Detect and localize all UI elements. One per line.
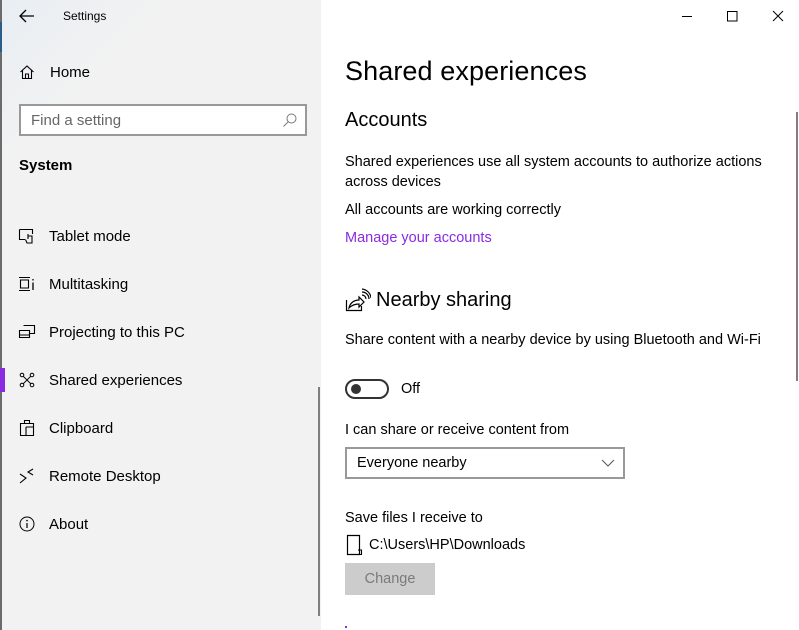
accounts-heading: Accounts [345,109,428,131]
nearby-sharing-heading-row: Nearby sharing [345,288,512,312]
info-icon [18,515,36,533]
sidebar-item-projecting[interactable]: Projecting to this PC [2,312,320,352]
sidebar-item-label: About [49,515,89,533]
folder-drive-icon [346,534,363,556]
section-label-system: System [19,157,73,174]
content-pane: Shared experiences Accounts Shared exper… [321,0,799,630]
clipboard-icon [18,419,36,437]
share-from-dropdown[interactable]: Everyone nearby [345,447,625,479]
sidebar-item-remote-desktop[interactable]: Remote Desktop [2,456,320,496]
minimize-button[interactable] [664,0,710,32]
sidebar-item-tablet-mode[interactable]: Tablet mode [2,216,320,256]
save-location-row: C:\Users\HP\Downloads [345,534,525,556]
share-from-label: I can share or receive content from [345,422,570,438]
sidebar-item-label: Projecting to this PC [49,323,185,341]
toggle-state-label: Off [401,381,421,397]
sidebar-item-home[interactable]: Home [2,52,320,92]
search-icon[interactable] [282,112,298,128]
sidebar-item-label: Remote Desktop [49,467,161,485]
change-button[interactable]: Change [345,563,435,595]
active-indicator [0,368,5,392]
page-title: Shared experiences [345,56,587,86]
projecting-icon [18,323,36,341]
close-button[interactable] [755,0,799,32]
tablet-mode-icon [18,227,36,245]
maximize-button[interactable] [709,0,755,32]
close-icon [772,10,784,22]
sidebar-item-label: Clipboard [49,419,114,437]
chevron-down-icon [601,459,615,467]
sidebar-item-about[interactable]: About [2,504,320,544]
nearby-sharing-toggle[interactable] [345,379,389,399]
back-arrow-icon [19,9,34,23]
maximize-icon [727,11,738,22]
minimize-icon [682,16,692,17]
search-box[interactable] [19,104,307,136]
sidebar-item-shared-experiences[interactable]: Shared experiences [0,360,320,400]
title-bar: Settings [2,0,321,32]
sidebar-item-clipboard[interactable]: Clipboard [2,408,320,448]
remote-desktop-icon [18,467,36,485]
sidebar-item-label: Multitasking [49,275,129,293]
nearby-sharing-icon [345,288,371,312]
sidebar-item-label: Shared experiences [49,371,183,389]
sidebar-item-label: Tablet mode [49,227,131,245]
sidebar-item-multitasking[interactable]: Multitasking [2,264,320,304]
sidebar-item-label: Home [50,63,91,81]
toggle-knob [351,384,361,394]
sidebar: Settings Home System Tablet mode Multita… [0,0,321,630]
content-scrollbar[interactable] [796,112,798,381]
app-title: Settings [63,9,107,23]
nearby-sharing-description: Share content with a nearby device by us… [345,332,761,348]
multitasking-icon [18,275,36,293]
save-location-label: Save files I receive to [345,510,483,526]
home-icon [18,63,36,81]
manage-accounts-link[interactable]: Manage your accounts [345,230,492,246]
search-input[interactable] [21,111,271,129]
share-from-value: Everyone nearby [357,455,467,471]
save-location-path: C:\Users\HP\Downloads [369,537,526,553]
nearby-sharing-heading: Nearby sharing [376,288,512,311]
cut-off-link-fragment [345,626,347,628]
shared-experiences-icon [18,371,36,389]
accounts-description: Shared experiences use all system accoun… [345,154,762,190]
back-button[interactable] [16,6,38,26]
accounts-status: All accounts are working correctly [345,202,561,218]
sidebar-scrollbar[interactable] [318,387,320,616]
